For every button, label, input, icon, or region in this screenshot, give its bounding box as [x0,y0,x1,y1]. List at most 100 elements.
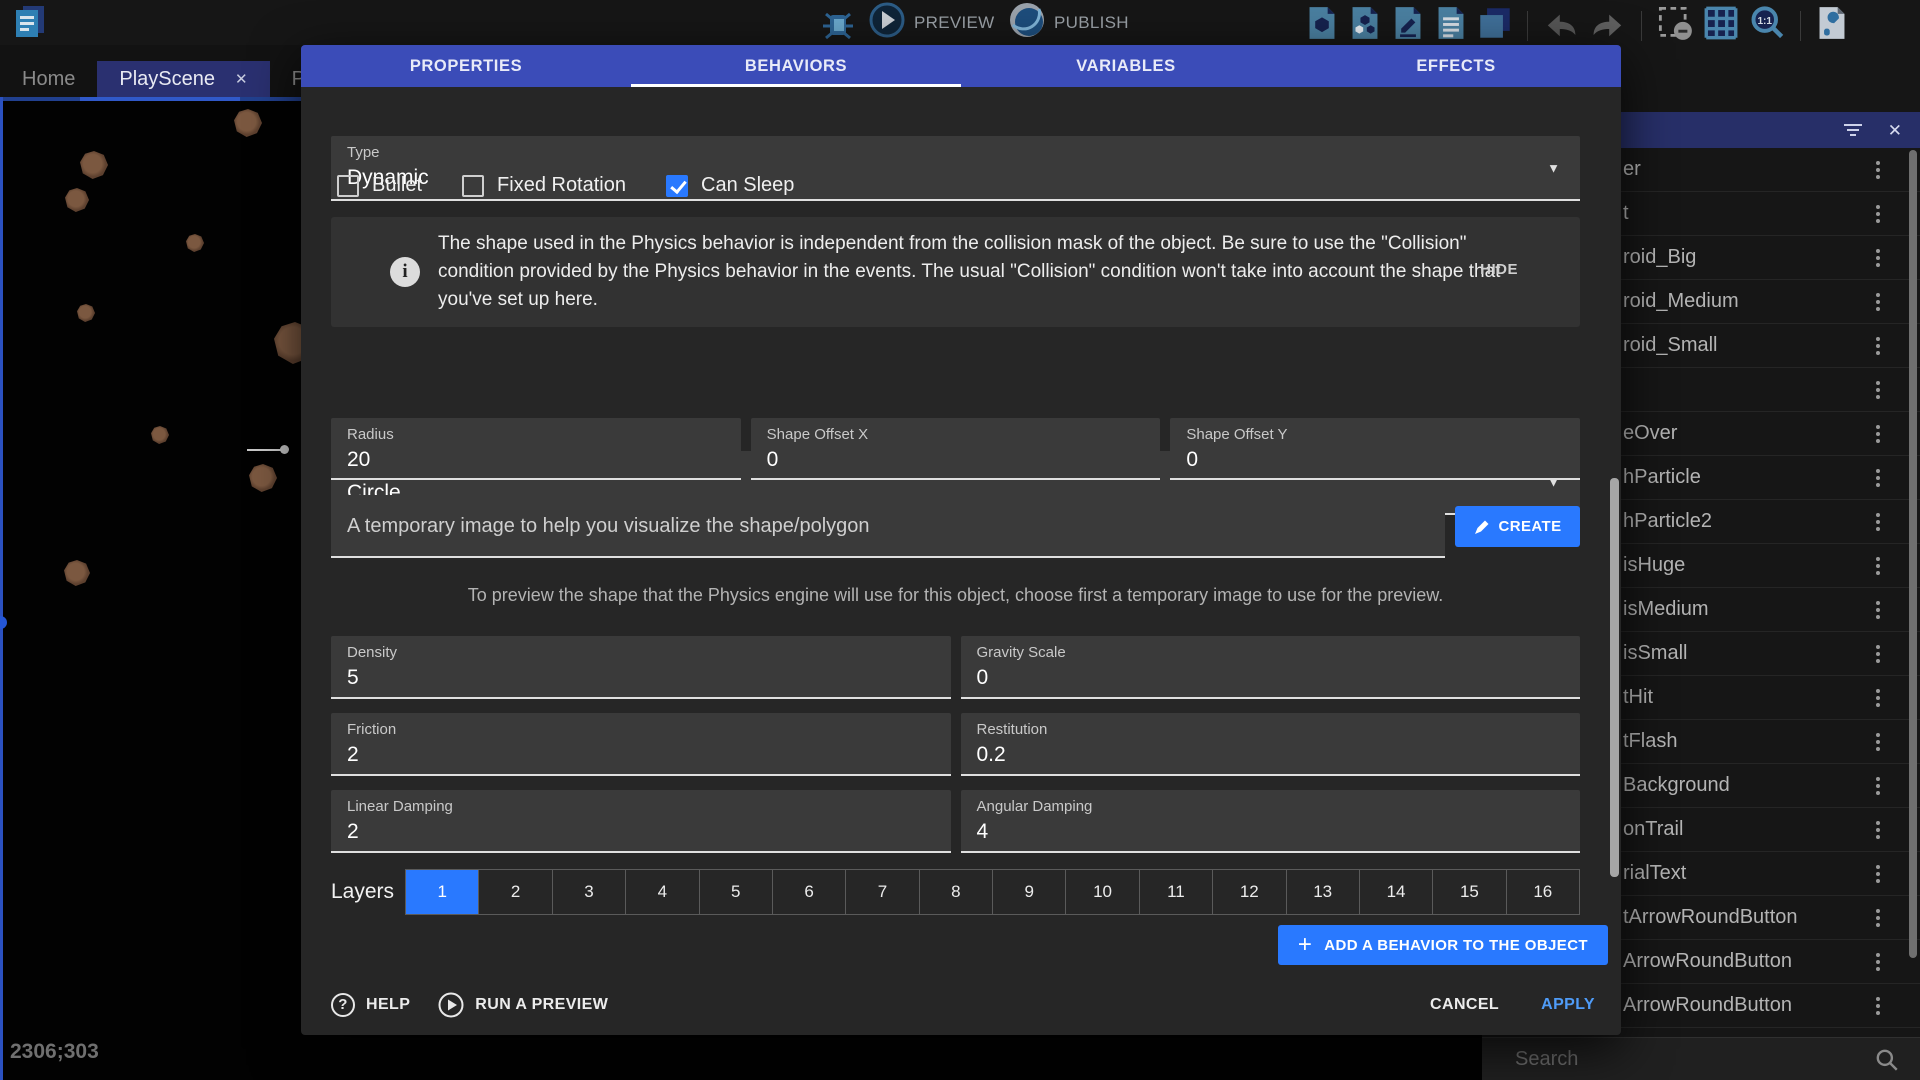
layer-button-3[interactable]: 3 [553,870,626,914]
debug-icon[interactable] [818,6,858,47]
restitution-field[interactable]: Restitution 0.2 [961,713,1581,776]
shape-offset-x-field[interactable]: Shape Offset X 0 [751,418,1161,480]
kebab-menu-icon[interactable] [1872,641,1884,667]
tab-playscene[interactable]: PlayScene ✕ [97,61,269,97]
add-behavior-button[interactable]: + ADD A BEHAVIOR TO THE OBJECT [1278,925,1608,965]
help-button[interactable]: ? HELP [331,993,410,1017]
tab-properties[interactable]: PROPERTIES [301,45,631,87]
can-sleep-checkbox[interactable]: Can Sleep [666,174,794,197]
density-field[interactable]: Density 5 [331,636,951,699]
publish-button[interactable]: PUBLISH [1008,0,1129,45]
kebab-menu-icon[interactable] [1872,245,1884,271]
run-preview-button[interactable]: RUN A PREVIEW [438,992,608,1018]
density-value: 5 [347,666,359,690]
layer-button-11[interactable]: 11 [1140,870,1213,914]
radius-field[interactable]: Radius 20 [331,418,741,480]
bullet-checkbox[interactable]: Bullet [337,174,422,197]
checkbox-icon[interactable] [337,175,359,197]
kebab-menu-icon[interactable] [1872,729,1884,755]
asteroid-sprite[interactable] [249,464,277,492]
tab-variables[interactable]: VARIABLES [961,45,1291,87]
layer-button-7[interactable]: 7 [846,870,919,914]
gravity-scale-field[interactable]: Gravity Scale 0 [961,636,1581,699]
apply-button[interactable]: APPLY [1529,988,1607,1022]
layer-button-12[interactable]: 12 [1213,870,1286,914]
layer-button-15[interactable]: 15 [1433,870,1506,914]
layer-button-9[interactable]: 9 [993,870,1066,914]
checkbox-icon[interactable] [462,175,484,197]
kebab-menu-icon[interactable] [1872,509,1884,535]
kebab-menu-icon[interactable] [1872,553,1884,579]
setup-wrench-icon[interactable] [1816,6,1848,45]
create-button[interactable]: CREATE [1455,506,1580,547]
layer-button-13[interactable]: 13 [1287,870,1360,914]
checkbox-icon[interactable] [666,175,688,197]
temp-image-input[interactable]: A temporary image to help you visualize … [331,495,1445,558]
add-behavior-label: ADD A BEHAVIOR TO THE OBJECT [1324,937,1588,954]
object-search[interactable]: Search [1482,1037,1920,1080]
layer-button-8[interactable]: 8 [920,870,993,914]
tab-close-icon[interactable]: ✕ [235,70,248,88]
layers-panel-icon[interactable] [1478,6,1512,45]
asteroid-sprite[interactable] [234,109,262,137]
asteroid-sprite[interactable] [77,304,95,322]
dialog-scrollbar[interactable] [1610,478,1619,877]
preview-play-icon [868,1,906,44]
kebab-menu-icon[interactable] [1872,905,1884,931]
instances-list-icon[interactable] [1435,6,1467,45]
filter-icon[interactable] [1844,124,1862,136]
layer-button-16[interactable]: 16 [1507,870,1579,914]
clear-selection-icon[interactable] [1657,5,1693,46]
cancel-button[interactable]: CANCEL [1418,988,1511,1022]
shape-offset-y-field[interactable]: Shape Offset Y 0 [1170,418,1580,480]
tab-behaviors[interactable]: BEHAVIORS [631,45,961,87]
kebab-menu-icon[interactable] [1872,773,1884,799]
layer-button-14[interactable]: 14 [1360,870,1433,914]
layer-button-5[interactable]: 5 [700,870,773,914]
preview-button[interactable]: PREVIEW [868,0,995,45]
redo-icon[interactable] [1590,6,1626,45]
zoom-1-1-icon[interactable]: 1:1 [1749,5,1785,46]
close-panel-icon[interactable]: ✕ [1888,122,1902,139]
project-manager-icon[interactable] [12,4,48,46]
linear-damping-field[interactable]: Linear Damping 2 [331,790,951,853]
tab-effects[interactable]: EFFECTS [1291,45,1621,87]
asteroid-sprite[interactable] [151,426,169,444]
kebab-menu-icon[interactable] [1872,421,1884,447]
layer-button-2[interactable]: 2 [479,870,552,914]
angular-damping-field[interactable]: Angular Damping 4 [961,790,1581,853]
kebab-menu-icon[interactable] [1872,949,1884,975]
canvas-border-left [0,97,3,1080]
undo-icon[interactable] [1543,6,1579,45]
hide-button[interactable]: HIDE [1480,261,1518,278]
object-groups-icon[interactable] [1349,6,1381,45]
tab-home[interactable]: Home [0,61,97,97]
kebab-menu-icon[interactable] [1872,861,1884,887]
objects-panel-icon[interactable] [1306,6,1338,45]
layer-button-6[interactable]: 6 [773,870,846,914]
kebab-menu-icon[interactable] [1872,289,1884,315]
asteroid-sprite[interactable] [64,560,90,586]
asteroid-sprite[interactable] [65,188,89,212]
objects-scrollbar[interactable] [1909,150,1917,958]
layer-button-10[interactable]: 10 [1066,870,1139,914]
asteroid-sprite[interactable] [186,234,204,252]
layer-button-4[interactable]: 4 [626,870,699,914]
layer-button-1[interactable]: 1 [406,870,479,914]
properties-edit-icon[interactable] [1392,6,1424,45]
kebab-menu-icon[interactable] [1872,597,1884,623]
kebab-menu-icon[interactable] [1872,333,1884,359]
friction-field[interactable]: Friction 2 [331,713,951,776]
kebab-menu-icon[interactable] [1872,201,1884,227]
kebab-menu-icon[interactable] [1872,377,1884,403]
fixed-rotation-checkbox[interactable]: Fixed Rotation [462,174,626,197]
asteroid-sprite[interactable] [80,151,108,179]
kebab-menu-icon[interactable] [1872,465,1884,491]
grid-icon[interactable] [1704,6,1738,45]
kebab-menu-icon[interactable] [1872,685,1884,711]
kebab-menu-icon[interactable] [1872,993,1884,1019]
kebab-menu-icon[interactable] [1872,817,1884,843]
object-name: onTrail [1623,818,1683,841]
kebab-menu-icon[interactable] [1872,157,1884,183]
fixed-rotation-label: Fixed Rotation [497,174,626,197]
